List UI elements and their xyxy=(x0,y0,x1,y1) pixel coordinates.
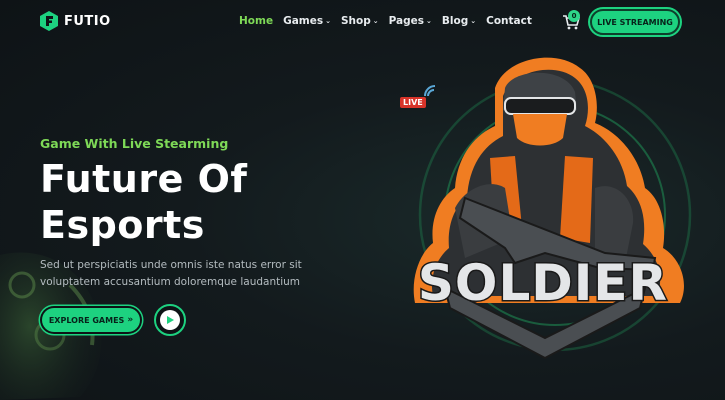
nav-shop-label: Shop xyxy=(340,15,371,27)
soldier-mascot-image xyxy=(413,57,684,360)
nav-blog-label: Blog xyxy=(441,15,469,27)
play-video-button[interactable] xyxy=(154,304,186,336)
chevron-down-icon: ⌄ xyxy=(325,17,331,25)
nav-contact-label: Contact xyxy=(486,15,532,27)
nav-pages[interactable]: Pages ⌄ xyxy=(389,15,432,27)
chevron-down-icon: ⌄ xyxy=(470,17,477,25)
nav-blog[interactable]: Blog ⌄ xyxy=(442,15,476,27)
nav-contact[interactable]: Contact xyxy=(486,15,532,27)
futio-logo-icon xyxy=(40,11,58,31)
chevron-down-icon: ⌄ xyxy=(426,17,432,25)
cart-count-badge: 0 xyxy=(568,10,580,22)
live-tag: LIVE xyxy=(400,97,426,108)
nav-games-label: Games xyxy=(283,15,324,27)
play-button-inner xyxy=(160,310,180,330)
hero-title-line-1: Future Of xyxy=(40,157,248,201)
logo[interactable]: FUTIO xyxy=(40,11,111,31)
play-icon xyxy=(167,316,174,324)
chevron-down-icon: ⌄ xyxy=(372,17,379,25)
hero-subtitle: Game With Live Stearming xyxy=(40,136,229,151)
nav-pages-label: Pages xyxy=(388,15,425,27)
logo-text: FUTIO xyxy=(64,13,111,29)
mascot-logo-text: SOLDIER xyxy=(416,253,669,314)
hero-title: Future Of Esports xyxy=(40,156,247,248)
nav-games[interactable]: Games ⌄ xyxy=(283,15,331,27)
nav-home[interactable]: Home xyxy=(239,15,273,27)
live-streaming-button[interactable]: LIVE STREAMING xyxy=(590,9,680,35)
hero-description: Sed ut perspiciatis unde omnis iste natu… xyxy=(40,259,302,288)
site-header: FUTIO Home Games ⌄ Shop ⌄ Pages ⌄ Blog ⌄… xyxy=(0,0,725,44)
nav-shop[interactable]: Shop ⌄ xyxy=(341,15,379,27)
main-nav: Home Games ⌄ Shop ⌄ Pages ⌄ Blog ⌄ Conta… xyxy=(239,15,532,27)
explore-games-button[interactable]: EXPLORE GAMES » xyxy=(42,308,140,332)
hero-title-line-2: Esports xyxy=(40,203,205,247)
nav-home-label: Home xyxy=(239,15,274,27)
explore-games-label: EXPLORE GAMES xyxy=(48,315,125,325)
double-chevron-right-icon: » xyxy=(127,315,134,325)
